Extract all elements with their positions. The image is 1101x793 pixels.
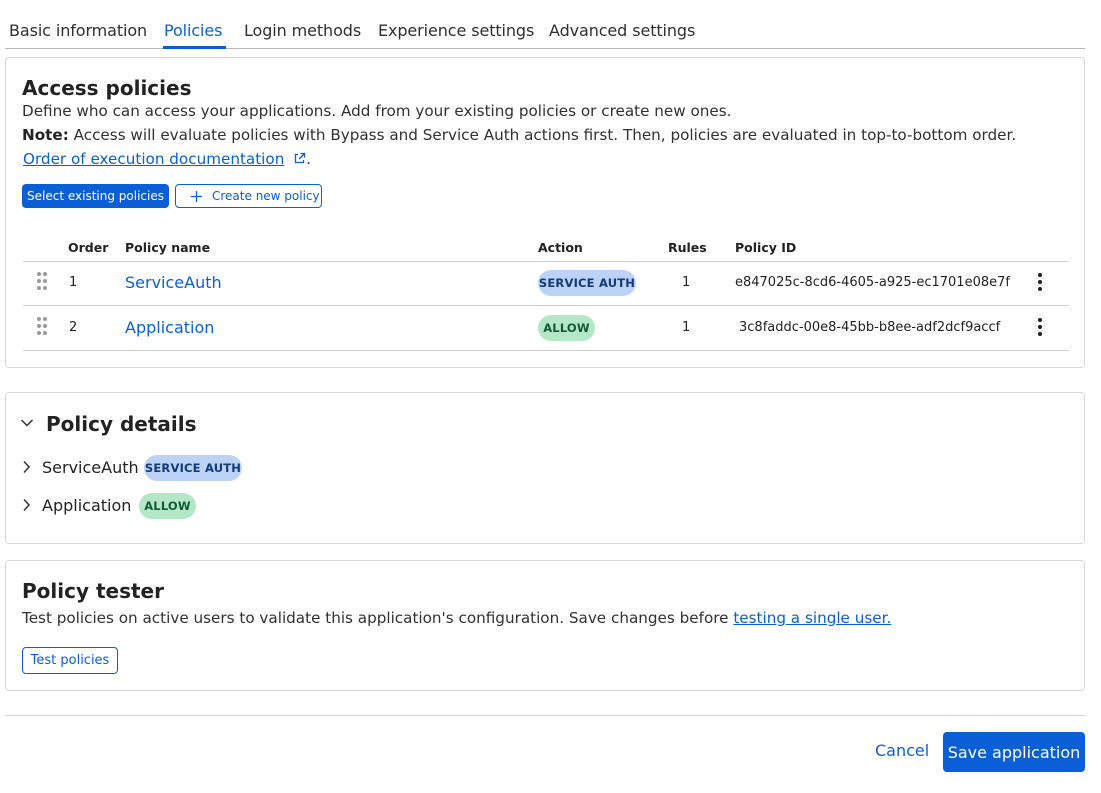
row-order: 2 <box>69 320 78 335</box>
chevron-right-icon[interactable] <box>22 498 31 512</box>
more-options-icon[interactable] <box>1032 271 1048 293</box>
row-rules: 1 <box>682 275 691 290</box>
action-badge: ALLOW <box>139 493 196 519</box>
policy-details-title[interactable]: Policy details <box>46 412 197 436</box>
footer-divider <box>5 715 1085 716</box>
action-badge: SERVICE AUTH <box>144 455 242 481</box>
row-order: 1 <box>69 275 78 290</box>
save-application-button[interactable]: Save application <box>943 732 1085 772</box>
table-header-divider <box>23 261 1069 262</box>
policy-tester-title: Policy tester <box>22 579 164 603</box>
active-tab-indicator <box>163 46 226 49</box>
action-badge: SERVICE AUTH <box>538 270 636 296</box>
note-label: Note: <box>22 126 69 144</box>
tab-login-methods[interactable]: Login methods <box>244 21 361 40</box>
row-policy-id: e847025c-8cd6-4605-a925-ec1701e08e7f <box>735 275 1010 290</box>
policy-detail-serviceauth[interactable]: ServiceAuth <box>42 458 139 477</box>
column-rules: Rules <box>668 240 707 255</box>
select-existing-policies-button[interactable]: Select existing policies <box>22 184 169 208</box>
column-order: Order <box>68 240 109 255</box>
create-new-policy-label: Create new policy <box>212 189 320 203</box>
documentation-suffix: . <box>306 150 311 168</box>
testing-single-user-link[interactable]: testing a single user. <box>733 609 891 627</box>
more-options-icon[interactable] <box>1032 316 1048 338</box>
test-policies-button[interactable]: Test policies <box>22 647 118 674</box>
drag-handle-icon[interactable] <box>37 272 47 292</box>
row-policy-id: 3c8faddc-00e8-45bb-b8ee-adf2dcf9accf <box>739 320 1001 335</box>
tab-bar: Basic information Policies Login methods… <box>5 0 1085 49</box>
column-policy-id: Policy ID <box>735 240 797 255</box>
tab-advanced-settings[interactable]: Advanced settings <box>549 21 695 40</box>
documentation-line: Order of execution documentation . <box>23 150 311 168</box>
policy-tester-text: Test policies on active users to validat… <box>22 609 729 627</box>
policy-tester-description: Test policies on active users to validat… <box>22 609 891 627</box>
tab-basic-information[interactable]: Basic information <box>9 21 147 40</box>
note-text: Access will evaluate policies with Bypas… <box>73 126 1017 144</box>
policy-name-link[interactable]: ServiceAuth <box>125 273 222 292</box>
chevron-down-icon[interactable] <box>20 418 34 428</box>
access-policies-description: Define who can access your applications.… <box>22 102 732 120</box>
column-action: Action <box>538 240 583 255</box>
external-link-icon <box>295 152 306 164</box>
plus-icon <box>191 191 202 202</box>
policy-tester-card: Policy tester Test policies on active us… <box>5 560 1085 691</box>
row-divider <box>23 350 1069 351</box>
chevron-right-icon[interactable] <box>22 460 31 474</box>
row-divider <box>23 305 1069 306</box>
action-badge: ALLOW <box>538 315 595 341</box>
create-new-policy-button[interactable]: Create new policy <box>175 184 322 208</box>
order-of-execution-link[interactable]: Order of execution documentation <box>23 150 284 168</box>
column-policy-name: Policy name <box>125 240 211 255</box>
tab-policies[interactable]: Policies <box>164 21 222 40</box>
drag-handle-icon[interactable] <box>37 317 47 337</box>
row-rules: 1 <box>682 320 691 335</box>
policy-details-card: Policy details ServiceAuth SERVICE AUTH … <box>5 392 1085 544</box>
policy-detail-application[interactable]: Application <box>42 496 131 515</box>
access-policies-title: Access policies <box>22 76 192 100</box>
access-policies-card: Access policies Define who can access yo… <box>5 57 1085 368</box>
tab-experience-settings[interactable]: Experience settings <box>378 21 534 40</box>
policy-name-link[interactable]: Application <box>125 318 214 337</box>
cancel-button[interactable]: Cancel <box>875 741 929 760</box>
access-policies-note: Note: Access will evaluate policies with… <box>22 126 1016 144</box>
